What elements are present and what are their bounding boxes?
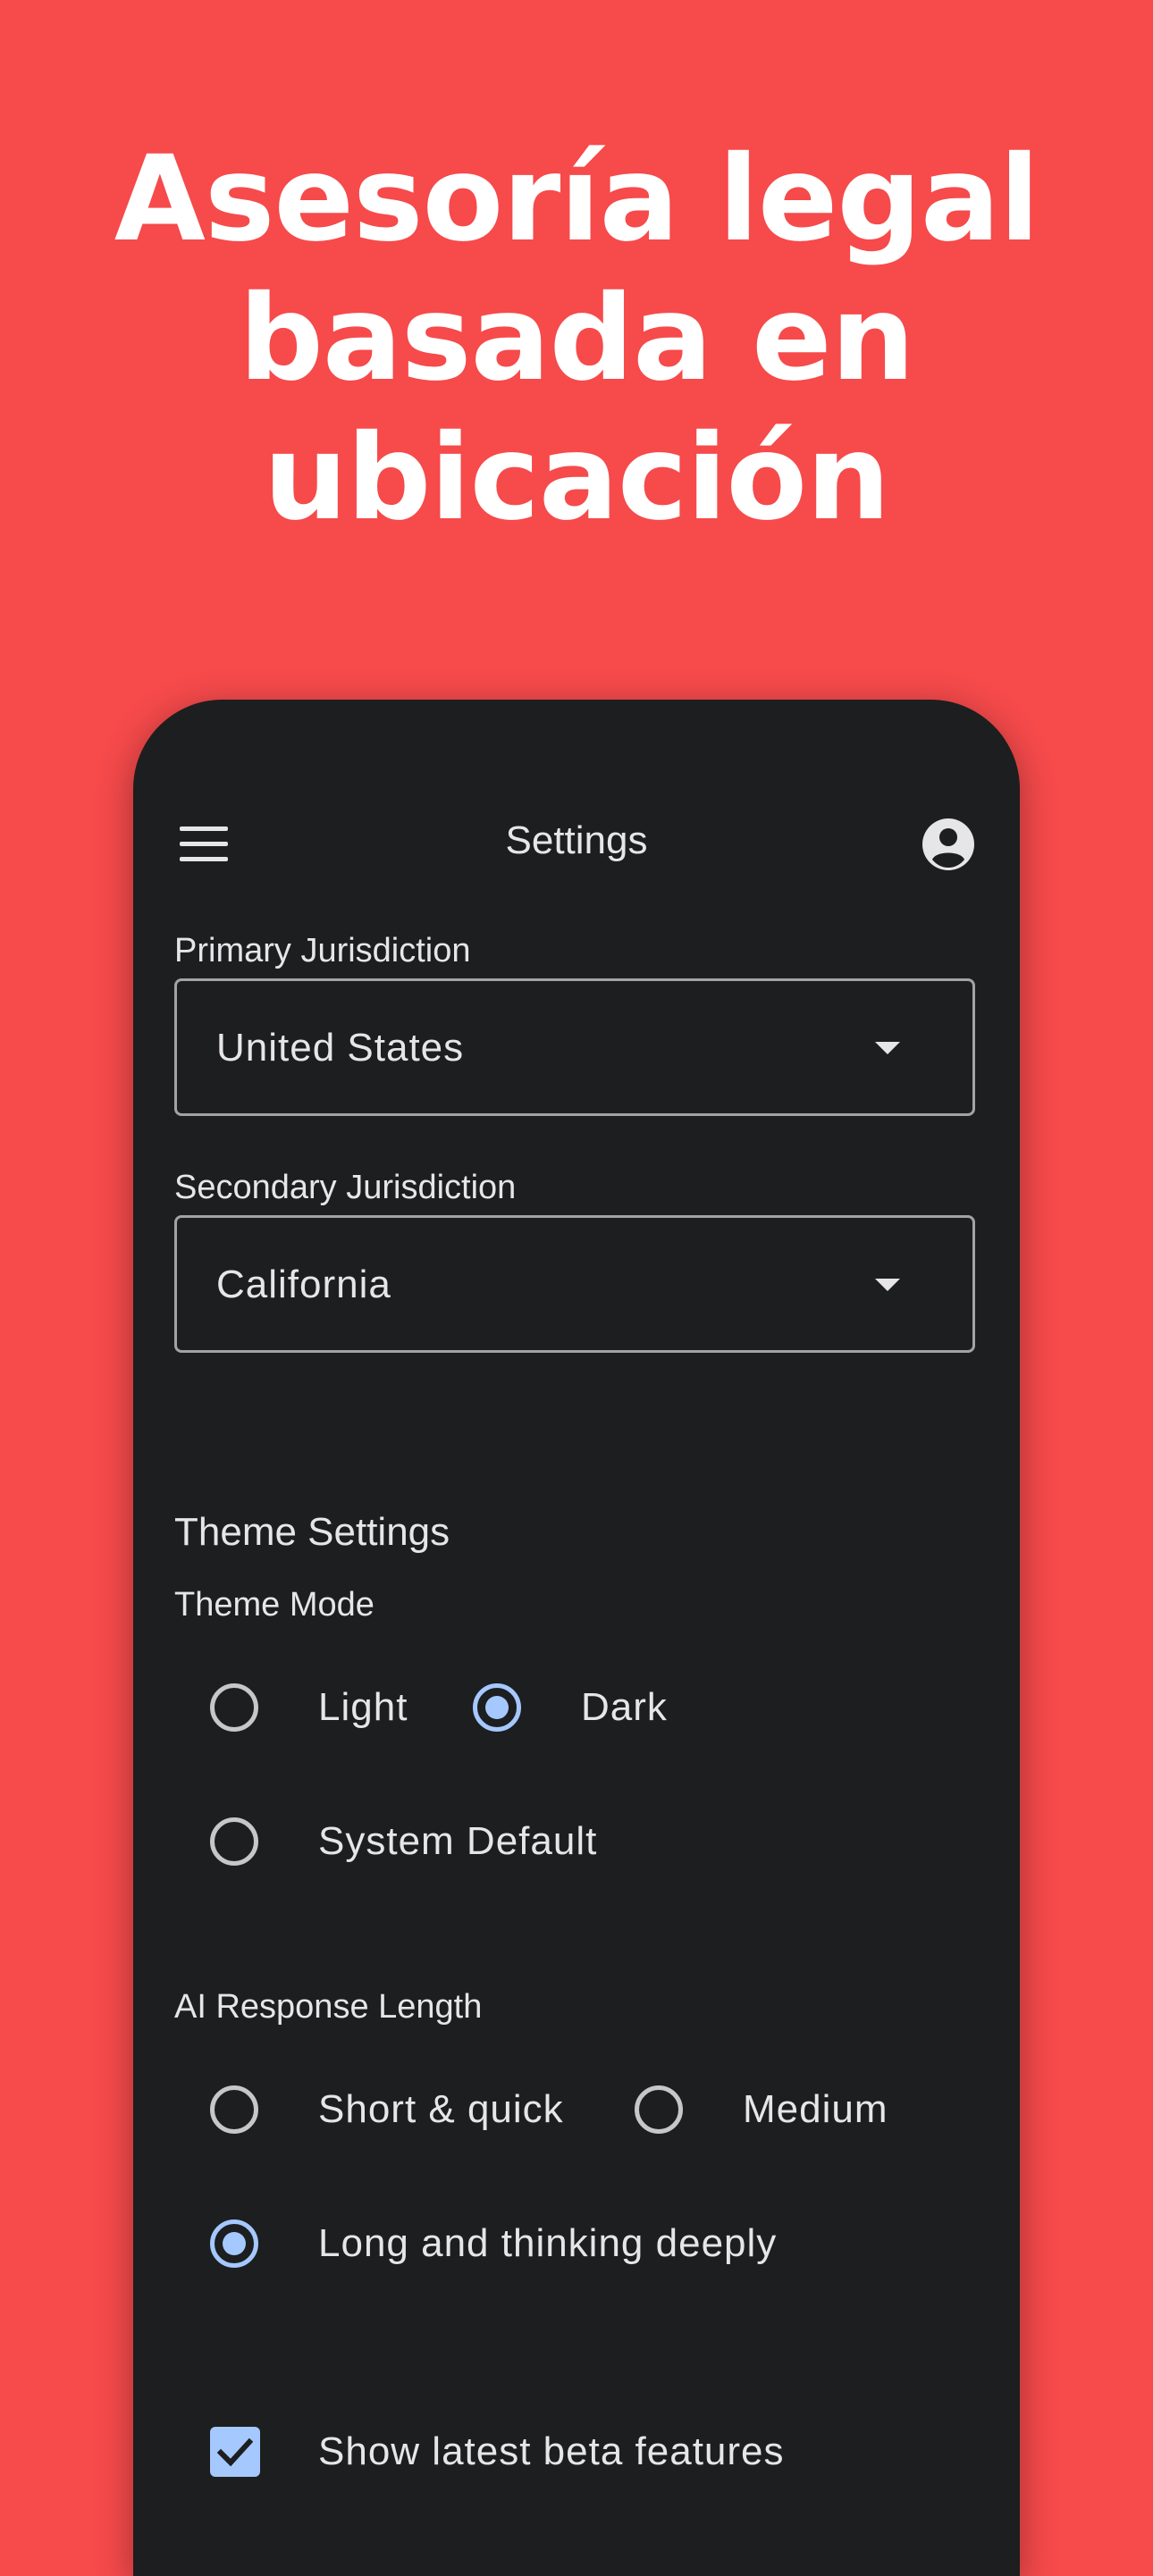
page-title: Settings bbox=[505, 818, 648, 862]
ai-response-length-label: AI Response Length bbox=[174, 1988, 483, 2026]
radio-selected-icon bbox=[473, 1683, 521, 1732]
theme-option-light[interactable]: Light bbox=[210, 1676, 407, 1739]
ai-option-label: Medium bbox=[743, 2087, 888, 2131]
radio-icon bbox=[210, 2085, 258, 2134]
radio-icon bbox=[210, 1683, 258, 1732]
secondary-jurisdiction-value: California bbox=[216, 1263, 391, 1306]
ai-option-short[interactable]: Short & quick bbox=[210, 2078, 585, 2141]
headline-line-3: ubicación bbox=[263, 409, 890, 547]
dropdown-arrow-icon bbox=[875, 1279, 900, 1291]
radio-icon bbox=[210, 1817, 258, 1866]
primary-jurisdiction-dropdown[interactable]: United States bbox=[174, 978, 975, 1116]
theme-settings-heading: Theme Settings bbox=[174, 1510, 450, 1554]
theme-mode-label: Theme Mode bbox=[174, 1586, 375, 1624]
theme-option-label: Dark bbox=[581, 1685, 668, 1729]
secondary-jurisdiction-label: Secondary Jurisdiction bbox=[174, 1169, 517, 1206]
theme-option-dark[interactable]: Dark bbox=[473, 1676, 687, 1739]
phone-screen: Settings Primary Jurisdiction United Sta… bbox=[133, 700, 1020, 2576]
beta-features-checkbox[interactable] bbox=[210, 2427, 260, 2477]
check-icon bbox=[216, 2438, 254, 2467]
beta-features-label: Show latest beta features bbox=[318, 2429, 785, 2473]
theme-option-label: Light bbox=[318, 1685, 408, 1729]
secondary-jurisdiction-dropdown[interactable]: California bbox=[174, 1215, 975, 1353]
ai-option-medium[interactable]: Medium bbox=[635, 2078, 930, 2141]
ai-option-long[interactable]: Long and thinking deeply bbox=[210, 2212, 854, 2275]
radio-selected-icon bbox=[210, 2219, 258, 2268]
ai-option-label: Short & quick bbox=[318, 2087, 564, 2131]
account-circle-icon[interactable] bbox=[922, 818, 975, 871]
headline-line-1: Asesoría legal bbox=[114, 130, 1039, 268]
theme-option-label: System Default bbox=[318, 1819, 598, 1863]
primary-jurisdiction-value: United States bbox=[216, 1026, 465, 1070]
ai-option-label: Long and thinking deeply bbox=[318, 2221, 778, 2265]
headline-line-2: basada en bbox=[239, 270, 914, 407]
promo-headline: Asesoría legal basada en ubicación bbox=[0, 130, 1153, 548]
theme-option-system-default[interactable]: System Default bbox=[210, 1810, 675, 1873]
dropdown-arrow-icon bbox=[875, 1042, 900, 1054]
primary-jurisdiction-label: Primary Jurisdiction bbox=[174, 932, 471, 969]
radio-icon bbox=[635, 2085, 683, 2134]
